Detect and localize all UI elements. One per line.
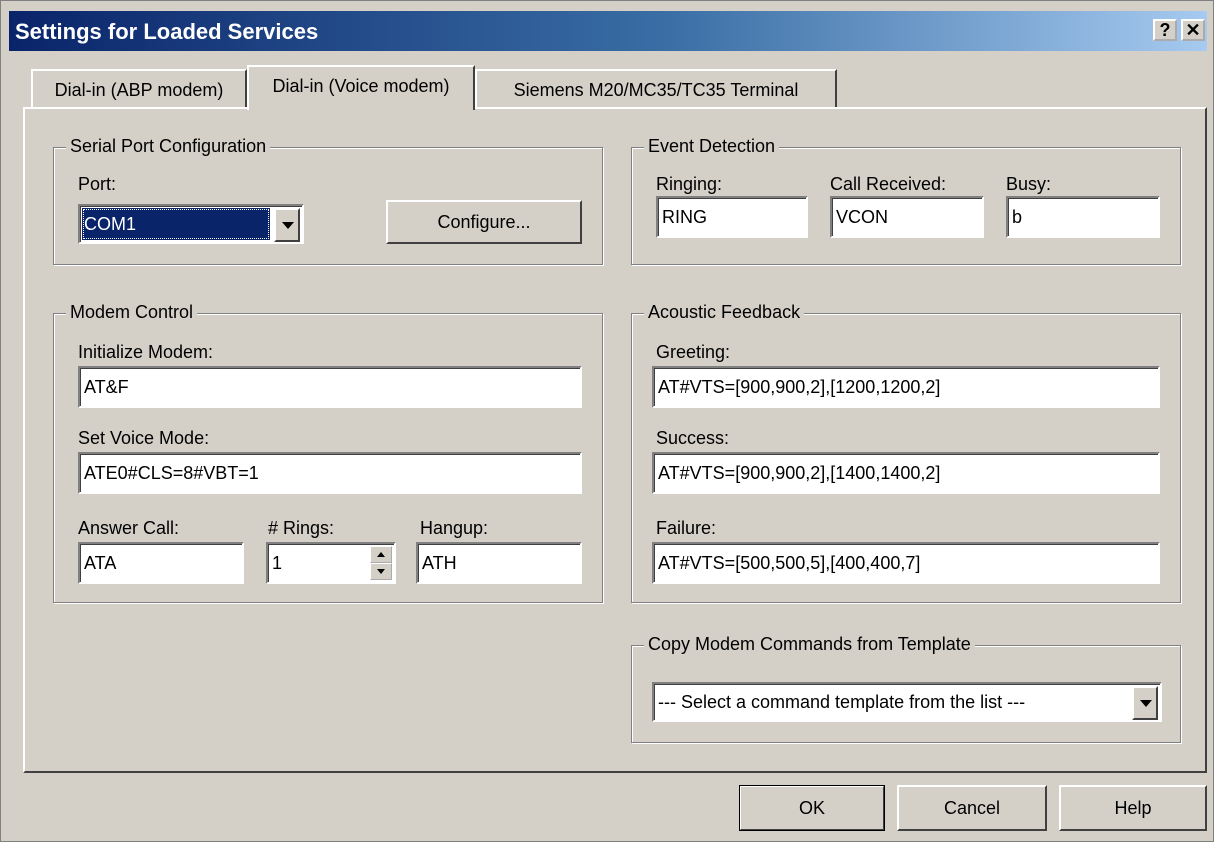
answer-call-field[interactable]: ATA xyxy=(78,542,244,584)
greeting-field[interactable]: AT#VTS=[900,900,2],[1200,1200,2] xyxy=(652,366,1160,408)
chevron-up-icon xyxy=(377,552,385,557)
busy-value: b xyxy=(1012,207,1023,227)
rings-label: # Rings: xyxy=(268,518,335,538)
tab-label: Dial-in (ABP modem) xyxy=(54,80,224,100)
initialize-modem-field[interactable]: AT&F xyxy=(78,366,582,408)
success-field[interactable]: AT#VTS=[900,900,2],[1400,1400,2] xyxy=(652,452,1160,494)
template-group: Copy Modem Commands from Template --- Se… xyxy=(631,634,1181,743)
hangup-field[interactable]: ATH xyxy=(416,542,582,584)
success-label: Success: xyxy=(656,428,730,448)
rings-up-button[interactable] xyxy=(370,546,392,563)
port-value: COM1 xyxy=(84,214,137,234)
set-voice-mode-value: ATE0#CLS=8#VBT=1 xyxy=(84,463,259,483)
rings-down-button[interactable] xyxy=(370,563,392,580)
close-icon[interactable]: ✕ xyxy=(1181,19,1205,41)
window-title: Settings for Loaded Services xyxy=(15,19,319,44)
chevron-down-icon xyxy=(1140,700,1152,707)
set-voice-mode-field[interactable]: ATE0#CLS=8#VBT=1 xyxy=(78,452,582,494)
title-bar[interactable]: Settings for Loaded Services ? ✕ xyxy=(9,11,1207,51)
configure-button[interactable]: Configure... xyxy=(386,200,582,244)
answer-call-label: Answer Call: xyxy=(78,518,180,538)
failure-field[interactable]: AT#VTS=[500,500,5],[400,400,7] xyxy=(652,542,1160,584)
tab-label: Dial-in (Voice modem) xyxy=(272,76,450,96)
initialize-modem-label: Initialize Modem: xyxy=(78,342,214,362)
busy-label: Busy: xyxy=(1006,174,1052,194)
call-received-value: VCON xyxy=(836,207,889,227)
template-placeholder: --- Select a command template from the l… xyxy=(658,692,1026,712)
port-label: Port: xyxy=(78,174,117,194)
rings-value: 1 xyxy=(272,553,283,573)
ringing-label: Ringing: xyxy=(656,174,723,194)
call-received-label: Call Received: xyxy=(830,174,947,194)
help-button[interactable]: Help xyxy=(1059,785,1207,831)
port-select[interactable]: COM1 xyxy=(78,204,304,244)
template-select[interactable]: --- Select a command template from the l… xyxy=(652,682,1162,722)
failure-label: Failure: xyxy=(656,518,717,538)
tab-dial-in-abp-modem[interactable]: Dial-in (ABP modem) xyxy=(31,69,247,107)
group-title: Acoustic Feedback xyxy=(644,302,805,323)
set-voice-mode-label: Set Voice Mode: xyxy=(78,428,210,448)
chevron-down-icon xyxy=(377,569,385,574)
port-dropdown-button[interactable] xyxy=(274,208,300,242)
hangup-label: Hangup: xyxy=(420,518,489,538)
call-received-field[interactable]: VCON xyxy=(830,196,984,238)
answer-call-value: ATA xyxy=(84,553,117,573)
help-icon[interactable]: ? xyxy=(1153,19,1177,41)
failure-value: AT#VTS=[500,500,5],[400,400,7] xyxy=(658,553,921,573)
greeting-value: AT#VTS=[900,900,2],[1200,1200,2] xyxy=(658,377,941,397)
tab-label: Siemens M20/MC35/TC35 Terminal xyxy=(513,80,799,100)
cancel-button[interactable]: Cancel xyxy=(897,785,1047,831)
group-title: Copy Modem Commands from Template xyxy=(644,634,975,655)
busy-field[interactable]: b xyxy=(1006,196,1160,238)
ok-button[interactable]: OK xyxy=(739,785,885,831)
group-title: Serial Port Configuration xyxy=(66,136,271,157)
serial-port-group: Serial Port Configuration Port: COM1 Con… xyxy=(53,136,603,265)
greeting-label: Greeting: xyxy=(656,342,731,362)
tab-dial-in-voice-modem[interactable]: Dial-in (Voice modem) xyxy=(247,65,475,110)
success-value: AT#VTS=[900,900,2],[1400,1400,2] xyxy=(658,463,941,483)
rings-stepper[interactable]: 1 xyxy=(266,542,396,584)
settings-dialog: Settings for Loaded Services ? ✕ Dial-in… xyxy=(0,0,1214,842)
template-dropdown-button[interactable] xyxy=(1132,686,1158,720)
tab-siemens-terminal[interactable]: Siemens M20/MC35/TC35 Terminal xyxy=(475,69,837,107)
ringing-field[interactable]: RING xyxy=(656,196,808,238)
modem-control-group: Modem Control Initialize Modem: AT&F Set… xyxy=(53,302,603,603)
acoustic-feedback-group: Acoustic Feedback Greeting: AT#VTS=[900,… xyxy=(631,302,1181,603)
ringing-value: RING xyxy=(662,207,707,227)
group-title: Event Detection xyxy=(644,136,780,157)
initialize-modem-value: AT&F xyxy=(84,377,129,397)
group-title: Modem Control xyxy=(66,302,198,323)
event-detection-group: Event Detection Ringing: RING Call Recei… xyxy=(631,136,1181,265)
chevron-down-icon xyxy=(282,222,294,229)
hangup-value: ATH xyxy=(422,553,457,573)
